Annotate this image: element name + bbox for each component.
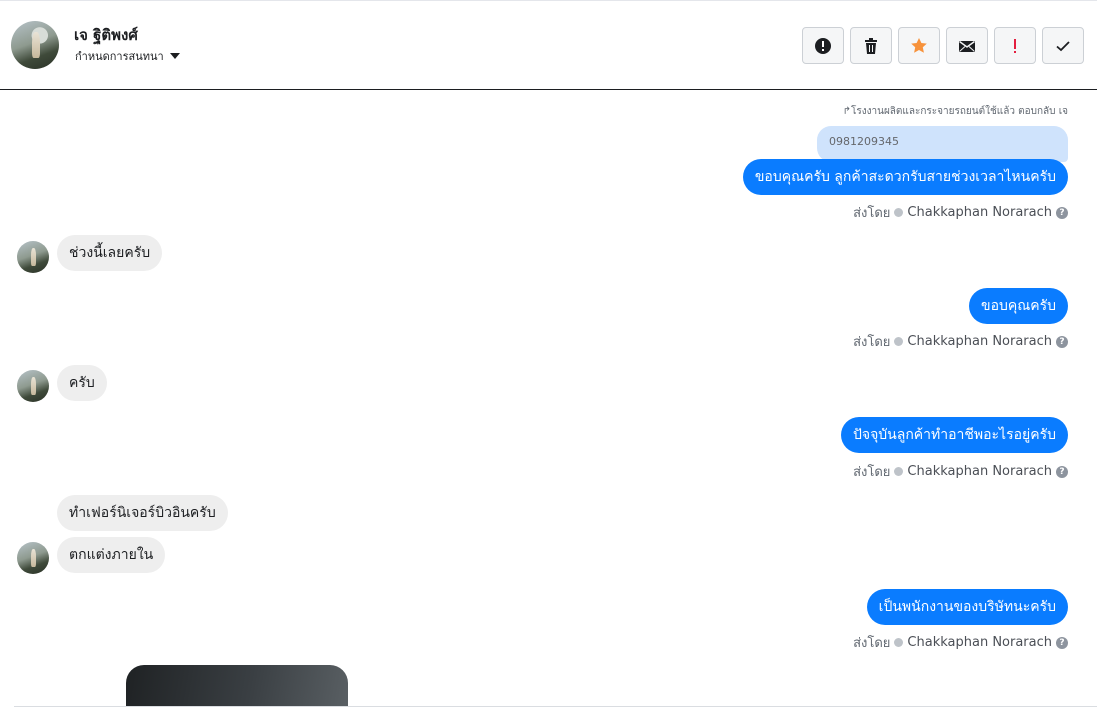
outgoing-message[interactable]: ขอบคุณครับ ลูกค้าสะดวกรับสายช่วงเวลาไหนค…	[742, 159, 1068, 195]
reply-context-note: ↱โรงงานผลิตและกระจายรถยนต์ใช้แล้ว ตอบกลั…	[842, 106, 1068, 117]
star-icon	[911, 37, 927, 53]
mark-unread-button[interactable]	[946, 27, 988, 64]
help-icon[interactable]: ?	[1056, 206, 1068, 219]
agent-name[interactable]: Chakkaphan Norarach	[907, 635, 1052, 650]
help-icon[interactable]: ?	[1056, 335, 1068, 348]
caret-down-icon	[169, 53, 180, 59]
conversation-header: เจ ฐิติพงศ์ กำหนดการสนทนา	[0, 1, 1097, 90]
verified-icon	[894, 208, 904, 217]
outgoing-message[interactable]: ขอบคุณครับ	[969, 288, 1068, 324]
contact-avatar[interactable]	[11, 21, 59, 69]
contact-name[interactable]: เจ ฐิติพงศ์	[74, 23, 138, 47]
assign-conversation-label: กำหนดการสนทนา	[75, 50, 164, 63]
contact-avatar-small[interactable]	[17, 370, 49, 402]
incoming-message[interactable]: ทำเฟอร์นิเจอร์บิวอินครับ	[57, 495, 228, 531]
message-thread[interactable]: ↱โรงงานผลิตและกระจายรถยนต์ใช้แล้ว ตอบกลั…	[0, 91, 1097, 706]
report-spam-button[interactable]	[802, 27, 844, 64]
help-icon[interactable]: ?	[1056, 636, 1068, 649]
outgoing-message[interactable]: ปัจจุบันลูกค้าทำอาชีพอะไรอยู่ครับ	[841, 417, 1068, 453]
follow-up-button[interactable]	[994, 27, 1036, 64]
alert-circle-icon	[815, 37, 831, 54]
sent-by-label: ส่งโดย	[853, 206, 891, 221]
verified-icon	[894, 467, 904, 476]
star-button[interactable]	[898, 27, 940, 64]
help-icon[interactable]: ?	[1056, 465, 1068, 478]
sent-by-line: ส่งโดย Chakkaphan Norarach ?	[853, 331, 1068, 352]
sent-by-line: ส่งโดย Chakkaphan Norarach ?	[853, 461, 1068, 482]
contact-avatar-small[interactable]	[17, 241, 49, 273]
mark-done-button[interactable]	[1042, 27, 1084, 64]
envelope-icon	[959, 40, 975, 52]
quoted-message: 0981209345	[817, 126, 1068, 162]
delete-button[interactable]	[850, 27, 892, 64]
sent-by-line: ส่งโดย Chakkaphan Norarach ?	[853, 202, 1068, 223]
assign-conversation-dropdown[interactable]: กำหนดการสนทนา	[75, 47, 180, 65]
conversation-toolbar	[802, 27, 1084, 64]
sent-by-label: ส่งโดย	[853, 636, 891, 651]
incoming-message[interactable]: ตกแต่งภายใน	[57, 537, 166, 573]
agent-name[interactable]: Chakkaphan Norarach	[907, 464, 1052, 479]
trash-icon	[865, 37, 877, 54]
incoming-message[interactable]: ช่วงนี้เลยครับ	[57, 235, 163, 271]
incoming-image-attachment[interactable]	[126, 665, 348, 706]
verified-icon	[894, 337, 904, 346]
sent-by-label: ส่งโดย	[853, 465, 891, 480]
verified-icon	[894, 638, 904, 647]
exclamation-icon	[1014, 38, 1016, 53]
outgoing-message[interactable]: เป็นพนักงานของบริษัทนะครับ	[866, 589, 1068, 625]
sent-by-label: ส่งโดย	[853, 335, 891, 350]
incoming-message[interactable]: ครับ	[57, 365, 107, 401]
check-icon	[1056, 40, 1070, 51]
conversation-panel: เจ ฐิติพงศ์ กำหนดการสนทนา ↱โรงงานผลิตและ…	[0, 0, 1097, 707]
sent-by-line: ส่งโดย Chakkaphan Norarach ?	[853, 632, 1068, 653]
agent-name[interactable]: Chakkaphan Norarach	[907, 334, 1052, 349]
contact-avatar-small[interactable]	[17, 542, 49, 574]
agent-name[interactable]: Chakkaphan Norarach	[907, 205, 1052, 220]
